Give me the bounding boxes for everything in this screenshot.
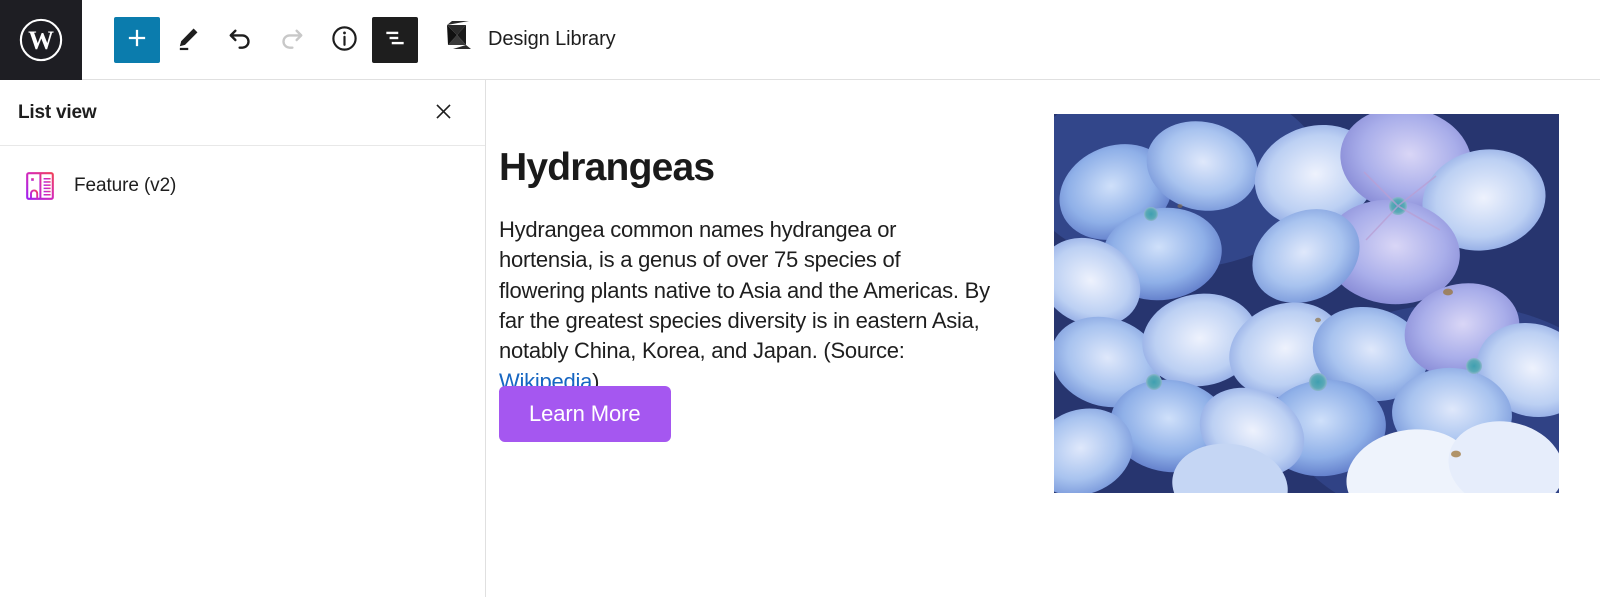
undo-button[interactable] xyxy=(216,16,264,64)
svg-text:W: W xyxy=(28,26,54,55)
design-library-button[interactable]: Design Library xyxy=(444,21,616,58)
undo-icon xyxy=(225,23,255,56)
redo-button[interactable] xyxy=(268,16,316,64)
list-view-toggle-button[interactable] xyxy=(372,16,418,63)
list-item-label: Feature (v2) xyxy=(74,175,177,196)
toolbar-button-group: Design Library xyxy=(82,0,616,80)
feature-paragraph: Hydrangea common names hydrangea or hort… xyxy=(499,215,991,397)
feature-block-icon xyxy=(24,170,56,202)
details-button[interactable] xyxy=(320,16,368,64)
wordpress-block-editor: W Design Library List view Feature (v2) … xyxy=(0,0,1600,597)
redo-icon xyxy=(277,23,307,56)
feature-block[interactable]: Hydrangeas Hydrangea common names hydran… xyxy=(487,80,1600,597)
close-list-view-button[interactable] xyxy=(425,95,461,131)
editor-toolbar: W Design Library xyxy=(0,0,1600,80)
wordpress-logo-icon: W xyxy=(18,17,64,63)
page-title: Hydrangeas xyxy=(499,146,715,189)
list-view-header: List view xyxy=(0,80,485,146)
hydrangea-image[interactable] xyxy=(1054,114,1559,493)
wordpress-logo-button[interactable]: W xyxy=(0,0,82,80)
block-list: Feature (v2) xyxy=(0,146,485,212)
add-block-button[interactable] xyxy=(114,16,160,63)
list-item[interactable]: Feature (v2) xyxy=(0,160,485,212)
tools-button[interactable] xyxy=(164,16,212,64)
list-view-icon xyxy=(382,25,408,54)
paragraph-text-before-link: Hydrangea common names hydrangea or hort… xyxy=(499,216,990,364)
plus-icon xyxy=(124,25,150,54)
learn-more-button[interactable]: Learn More xyxy=(499,386,671,442)
design-library-logo-icon xyxy=(444,21,474,58)
list-view-panel: List view Feature (v2) xyxy=(0,80,486,597)
list-view-title: List view xyxy=(18,101,97,123)
design-library-label: Design Library xyxy=(488,28,616,50)
feature-text-column: Hydrangeas Hydrangea common names hydran… xyxy=(499,146,999,397)
pencil-icon xyxy=(174,24,202,55)
close-icon xyxy=(432,100,455,126)
info-icon xyxy=(330,24,359,56)
editor-canvas: Hydrangeas Hydrangea common names hydran… xyxy=(487,80,1600,597)
